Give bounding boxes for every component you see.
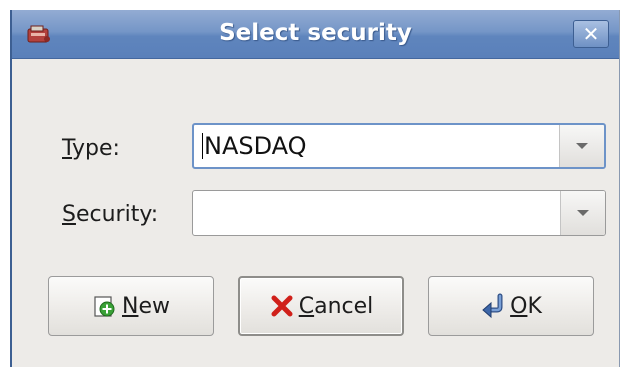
type-dropdown-button[interactable] (559, 125, 604, 167)
text-cursor (202, 133, 203, 159)
type-label: Type: (62, 136, 120, 161)
new-button[interactable]: New (48, 276, 214, 336)
cancel-button[interactable]: Cancel (238, 276, 404, 336)
chevron-down-icon (576, 143, 588, 149)
titlebar: Select security ✕ (12, 10, 619, 59)
close-button[interactable]: ✕ (573, 20, 609, 48)
chevron-down-icon (577, 210, 589, 216)
ok-button-label: OK (510, 293, 542, 319)
security-combobox[interactable] (192, 190, 606, 236)
security-label: Security: (62, 202, 159, 227)
ok-button[interactable]: OK (428, 276, 594, 336)
select-security-dialog: Select security ✕ Type: NASDAQ Security: (10, 10, 620, 367)
close-icon: ✕ (582, 22, 600, 46)
cancel-button-label: Cancel (298, 293, 374, 319)
new-button-label: New (122, 293, 170, 319)
type-value: NASDAQ (204, 132, 307, 160)
cancel-x-icon (271, 295, 293, 317)
dialog-title: Select security (219, 20, 412, 46)
type-combobox[interactable]: NASDAQ (192, 123, 606, 169)
return-arrow-icon (482, 293, 503, 319)
type-input[interactable]: NASDAQ (202, 125, 307, 167)
add-document-icon (94, 296, 115, 317)
security-dropdown-button[interactable] (560, 191, 605, 235)
